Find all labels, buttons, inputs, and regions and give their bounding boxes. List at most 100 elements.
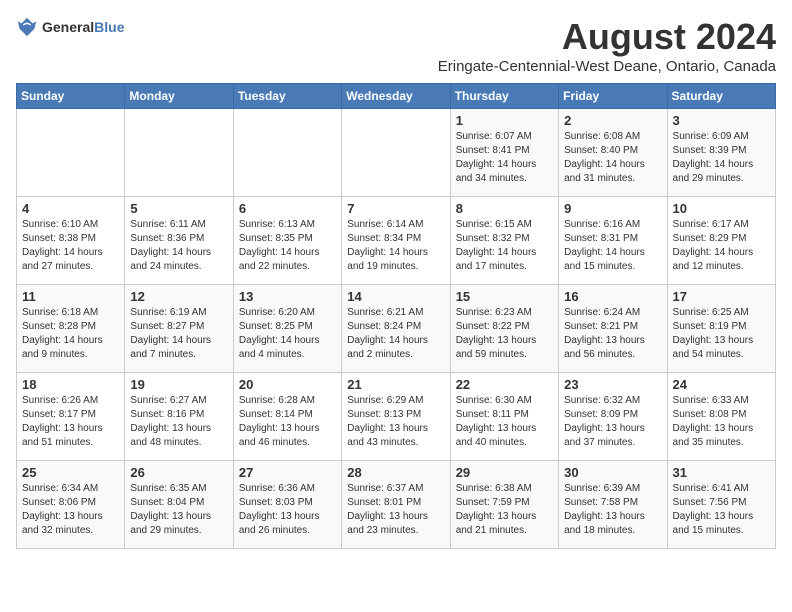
day-number: 11 — [22, 289, 119, 304]
calendar-cell: 16 Sunrise: 6:24 AM Sunset: 8:21 PM Dayli… — [559, 285, 667, 373]
calendar-cell: 18 Sunrise: 6:26 AM Sunset: 8:17 PM Dayli… — [17, 373, 125, 461]
calendar-cell: 10Sunrise: 6:17 AM Sunset: 8:29 PM Dayli… — [667, 197, 775, 285]
day-number: 14 — [347, 289, 444, 304]
calendar-cell: 15 Sunrise: 6:23 AM Sunset: 8:22 PM Dayli… — [450, 285, 558, 373]
day-number: 19 — [130, 377, 227, 392]
day-number: 10 — [673, 201, 770, 216]
day-number: 5 — [130, 201, 227, 216]
day-info: Sunrise: 6:34 AM Sunset: 8:06 PM Dayligh… — [22, 482, 119, 538]
day-number: 26 — [130, 465, 227, 480]
calendar-cell: 2Sunrise: 6:08 AM Sunset: 8:40 PM Daylig… — [559, 109, 667, 197]
day-info: Sunrise: 6:23 AM Sunset: 8:22 PM Dayligh… — [456, 306, 553, 362]
calendar-cell: 28 Sunrise: 6:37 AM Sunset: 8:01 PM Dayli… — [342, 461, 450, 549]
day-number: 7 — [347, 201, 444, 216]
day-info: Sunrise: 6:30 AM Sunset: 8:11 PM Dayligh… — [456, 394, 553, 450]
day-info: Sunrise: 6:07 AM Sunset: 8:41 PM Dayligh… — [456, 130, 553, 186]
logo-general-text: General — [42, 19, 94, 35]
day-number: 29 — [456, 465, 553, 480]
day-number: 20 — [239, 377, 336, 392]
week-row-5: 25 Sunrise: 6:34 AM Sunset: 8:06 PM Dayli… — [17, 461, 776, 549]
calendar-cell: 17Sunrise: 6:25 AM Sunset: 8:19 PM Dayli… — [667, 285, 775, 373]
header-row: SundayMondayTuesdayWednesdayThursdayFrid… — [17, 84, 776, 109]
calendar-cell: 14Sunrise: 6:21 AM Sunset: 8:24 PM Dayli… — [342, 285, 450, 373]
calendar-cell: 6 Sunrise: 6:13 AM Sunset: 8:35 PM Daylig… — [233, 197, 341, 285]
day-number: 30 — [564, 465, 661, 480]
day-info: Sunrise: 6:39 AM Sunset: 7:58 PM Dayligh… — [564, 482, 661, 538]
day-info: Sunrise: 6:18 AM Sunset: 8:28 PM Dayligh… — [22, 306, 119, 362]
day-header-wednesday: Wednesday — [342, 84, 450, 109]
calendar-cell: 11 Sunrise: 6:18 AM Sunset: 8:28 PM Dayli… — [17, 285, 125, 373]
calendar-cell: 27 Sunrise: 6:36 AM Sunset: 8:03 PM Dayli… — [233, 461, 341, 549]
calendar-cell: 24 Sunrise: 6:33 AM Sunset: 8:08 PM Dayli… — [667, 373, 775, 461]
day-number: 23 — [564, 377, 661, 392]
day-number: 8 — [456, 201, 553, 216]
calendar-cell — [125, 109, 233, 197]
day-number: 25 — [22, 465, 119, 480]
day-info: Sunrise: 6:13 AM Sunset: 8:35 PM Dayligh… — [239, 218, 336, 274]
day-number: 9 — [564, 201, 661, 216]
day-number: 31 — [673, 465, 770, 480]
day-number: 15 — [456, 289, 553, 304]
day-info: Sunrise: 6:16 AM Sunset: 8:31 PM Dayligh… — [564, 218, 661, 274]
day-number: 2 — [564, 113, 661, 128]
logo: General Blue — [16, 16, 124, 38]
day-info: Sunrise: 6:24 AM Sunset: 8:21 PM Dayligh… — [564, 306, 661, 362]
day-info: Sunrise: 6:35 AM Sunset: 8:04 PM Dayligh… — [130, 482, 227, 538]
day-info: Sunrise: 6:20 AM Sunset: 8:25 PM Dayligh… — [239, 306, 336, 362]
calendar-cell: 22 Sunrise: 6:30 AM Sunset: 8:11 PM Dayli… — [450, 373, 558, 461]
calendar-cell: 25 Sunrise: 6:34 AM Sunset: 8:06 PM Dayli… — [17, 461, 125, 549]
day-number: 6 — [239, 201, 336, 216]
day-number: 4 — [22, 201, 119, 216]
day-number: 13 — [239, 289, 336, 304]
day-info: Sunrise: 6:11 AM Sunset: 8:36 PM Dayligh… — [130, 218, 227, 274]
calendar-cell: 20Sunrise: 6:28 AM Sunset: 8:14 PM Dayli… — [233, 373, 341, 461]
day-info: Sunrise: 6:37 AM Sunset: 8:01 PM Dayligh… — [347, 482, 444, 538]
day-info: Sunrise: 6:26 AM Sunset: 8:17 PM Dayligh… — [22, 394, 119, 450]
calendar-cell: 30 Sunrise: 6:39 AM Sunset: 7:58 PM Dayli… — [559, 461, 667, 549]
calendar-cell: 7Sunrise: 6:14 AM Sunset: 8:34 PM Daylig… — [342, 197, 450, 285]
calendar-cell: 9 Sunrise: 6:16 AM Sunset: 8:31 PM Daylig… — [559, 197, 667, 285]
week-row-3: 11 Sunrise: 6:18 AM Sunset: 8:28 PM Dayli… — [17, 285, 776, 373]
day-number: 28 — [347, 465, 444, 480]
day-header-tuesday: Tuesday — [233, 84, 341, 109]
day-number: 22 — [456, 377, 553, 392]
day-header-saturday: Saturday — [667, 84, 775, 109]
day-number: 16 — [564, 289, 661, 304]
calendar-cell: 12Sunrise: 6:19 AM Sunset: 8:27 PM Dayli… — [125, 285, 233, 373]
day-number: 3 — [673, 113, 770, 128]
day-number: 1 — [456, 113, 553, 128]
week-row-2: 4 Sunrise: 6:10 AM Sunset: 8:38 PM Daylig… — [17, 197, 776, 285]
calendar-cell — [17, 109, 125, 197]
calendar-cell: 1 Sunrise: 6:07 AM Sunset: 8:41 PM Daylig… — [450, 109, 558, 197]
day-header-sunday: Sunday — [17, 84, 125, 109]
calendar-cell — [233, 109, 341, 197]
day-info: Sunrise: 6:27 AM Sunset: 8:16 PM Dayligh… — [130, 394, 227, 450]
calendar-cell: 23 Sunrise: 6:32 AM Sunset: 8:09 PM Dayli… — [559, 373, 667, 461]
calendar-cell: 21Sunrise: 6:29 AM Sunset: 8:13 PM Dayli… — [342, 373, 450, 461]
day-info: Sunrise: 6:38 AM Sunset: 7:59 PM Dayligh… — [456, 482, 553, 538]
day-header-monday: Monday — [125, 84, 233, 109]
calendar-cell: 26 Sunrise: 6:35 AM Sunset: 8:04 PM Dayli… — [125, 461, 233, 549]
day-info: Sunrise: 6:10 AM Sunset: 8:38 PM Dayligh… — [22, 218, 119, 274]
title-section: August 2024 Eringate-Centennial-West Dea… — [438, 16, 776, 75]
day-number: 24 — [673, 377, 770, 392]
calendar-cell: 3 Sunrise: 6:09 AM Sunset: 8:39 PM Daylig… — [667, 109, 775, 197]
day-header-friday: Friday — [559, 84, 667, 109]
day-number: 12 — [130, 289, 227, 304]
day-info: Sunrise: 6:09 AM Sunset: 8:39 PM Dayligh… — [673, 130, 770, 186]
calendar-cell: 4 Sunrise: 6:10 AM Sunset: 8:38 PM Daylig… — [17, 197, 125, 285]
day-info: Sunrise: 6:33 AM Sunset: 8:08 PM Dayligh… — [673, 394, 770, 450]
header: General Blue August 2024 Eringate-Centen… — [16, 16, 776, 75]
logo-blue-text: Blue — [94, 19, 124, 35]
day-number: 27 — [239, 465, 336, 480]
day-info: Sunrise: 6:36 AM Sunset: 8:03 PM Dayligh… — [239, 482, 336, 538]
calendar-cell: 13 Sunrise: 6:20 AM Sunset: 8:25 PM Dayli… — [233, 285, 341, 373]
day-number: 18 — [22, 377, 119, 392]
day-info: Sunrise: 6:32 AM Sunset: 8:09 PM Dayligh… — [564, 394, 661, 450]
calendar-cell: 31Sunrise: 6:41 AM Sunset: 7:56 PM Dayli… — [667, 461, 775, 549]
logo-icon — [16, 16, 38, 38]
day-number: 17 — [673, 289, 770, 304]
day-header-thursday: Thursday — [450, 84, 558, 109]
calendar-cell: 5 Sunrise: 6:11 AM Sunset: 8:36 PM Daylig… — [125, 197, 233, 285]
day-number: 21 — [347, 377, 444, 392]
